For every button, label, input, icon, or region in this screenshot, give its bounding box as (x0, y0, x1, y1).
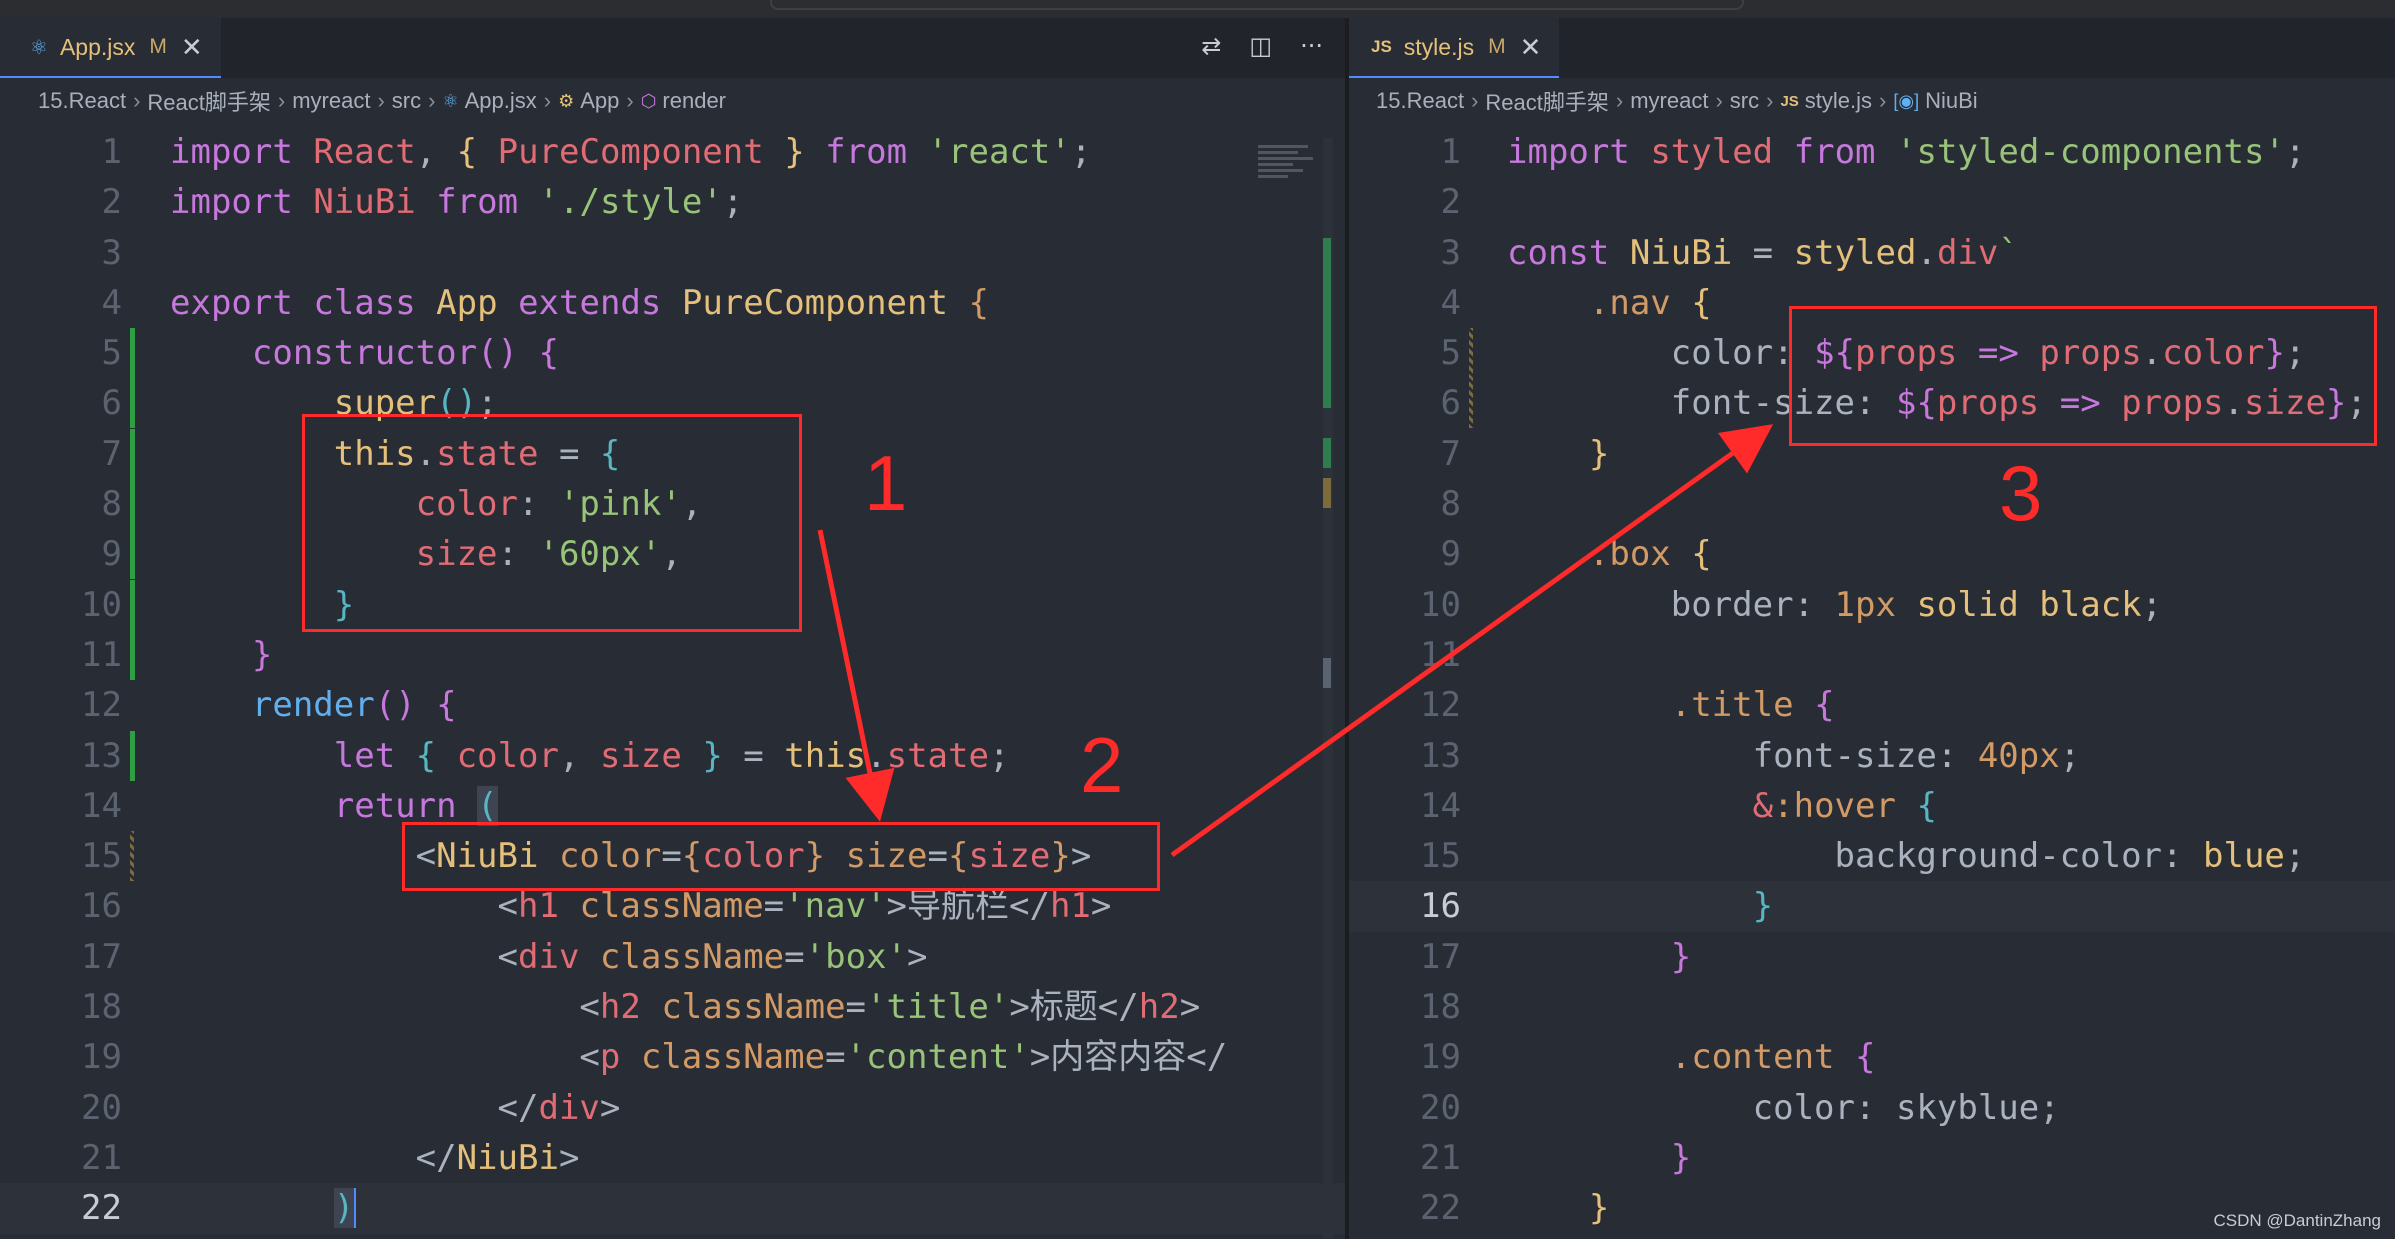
arrow-state-to-props (817, 529, 895, 822)
arrow-props-to-style (1170, 424, 1774, 858)
annotation-arrows (817, 424, 1774, 858)
watermark: CSDN @DantinZhang (2213, 1211, 2382, 1230)
